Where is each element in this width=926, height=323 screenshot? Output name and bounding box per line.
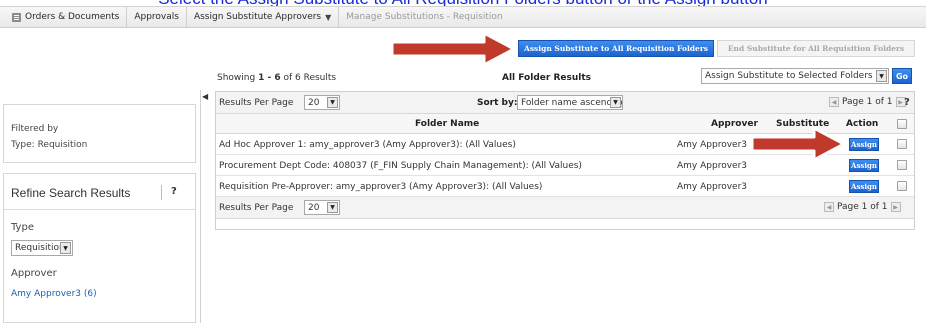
assign-button[interactable]: Assign [849, 159, 879, 172]
filtered-by-panel: Filtered by Type: Requisition [3, 104, 196, 163]
bulk-action-select[interactable]: Assign Substitute to Selected Folders ▼ [701, 68, 889, 84]
help-icon[interactable]: ? [904, 97, 910, 108]
results-title: All Folder Results [502, 73, 591, 83]
refine-search-title: Refine Search Results [11, 186, 131, 200]
breadcrumb-label: Assign Substitute Approvers [193, 12, 322, 22]
collapse-sidebar-icon[interactable]: ◀ [202, 92, 210, 104]
column-header-action: Action [846, 119, 879, 129]
assign-button[interactable]: Assign [849, 180, 879, 193]
results-per-page-select[interactable]: 20 ▼ [304, 200, 340, 215]
results-per-page-label: Results Per Page [219, 98, 294, 108]
folder-name-cell: Requisition Pre-Approver: amy_approver3 … [219, 182, 543, 192]
results-count: Showing 1 - 6 of 6 Results [217, 73, 336, 83]
prev-page-icon[interactable]: ◀ [824, 202, 834, 212]
breadcrumb: Orders & Documents Approvals Assign Subs… [0, 6, 926, 28]
row-checkbox[interactable] [897, 139, 907, 149]
column-header-folder-name: Folder Name [415, 119, 480, 129]
results-total: of 6 Results [283, 73, 337, 83]
results-per-page-select[interactable]: 20 ▼ [304, 95, 340, 110]
sidebar-divider [200, 90, 201, 323]
breadcrumb-orders-documents[interactable]: Orders & Documents [5, 6, 128, 28]
page-indicator: Page 1 of 1 [842, 97, 893, 107]
row-checkbox[interactable] [897, 160, 907, 170]
chevron-down-icon: ▼ [876, 70, 887, 82]
results-range: 1 - 6 [258, 73, 281, 83]
go-button[interactable]: Go [892, 68, 912, 84]
table-row: Requisition Pre-Approver: amy_approver3 … [216, 176, 914, 197]
approver-filter-link[interactable]: Amy Approver3 (6) [11, 289, 97, 299]
breadcrumb-manage-substitutions: Manage Substitutions - Requisition [339, 6, 509, 28]
breadcrumb-label: Orders & Documents [25, 12, 120, 22]
approver-filter-label: Approver [11, 268, 57, 279]
results-per-page-value: 20 [308, 97, 320, 108]
approver-cell: Amy Approver3 [677, 140, 747, 150]
approver-cell: Amy Approver3 [677, 182, 747, 192]
filtered-by-label: Filtered by [11, 124, 59, 134]
results-per-page-value: 20 [308, 202, 320, 213]
divider [4, 209, 195, 210]
table-toolbar: Results Per Page 20 ▼ Sort by: Folder na… [216, 92, 914, 114]
breadcrumb-label: Approvals [134, 12, 179, 22]
type-filter-label: Type [11, 222, 34, 233]
red-arrow-icon [750, 126, 846, 162]
breadcrumb-approvals[interactable]: Approvals [127, 6, 187, 28]
assign-substitute-all-button[interactable]: Assign Substitute to All Requisition Fol… [518, 40, 714, 57]
chevron-down-icon: ▼ [610, 97, 621, 108]
sort-by-select[interactable]: Folder name ascending ▼ [517, 95, 623, 110]
breadcrumb-label: Manage Substitutions - Requisition [346, 12, 503, 22]
next-page-icon[interactable]: ▶ [890, 202, 901, 212]
chevron-down-icon: ▼ [327, 97, 338, 108]
red-arrow-icon [390, 31, 516, 67]
bulk-action-value: Assign Substitute to Selected Folders [705, 71, 873, 81]
filter-type-value: Type: Requisition [11, 140, 88, 150]
chevron-down-icon: ▼ [327, 202, 338, 213]
approver-cell: Amy Approver3 [677, 161, 747, 171]
pagination-bottom: ◀ Page 1 of 1 ▶ [824, 202, 901, 212]
table-footer: Results Per Page 20 ▼ ◀ Page 1 of 1 ▶ [216, 197, 914, 219]
end-substitute-all-button: End Substitute for All Requisition Folde… [717, 40, 915, 57]
documents-icon [12, 12, 21, 22]
divider [161, 185, 162, 200]
type-filter-select[interactable]: Requisition ▼ [11, 240, 73, 256]
prev-page-icon[interactable]: ◀ [829, 97, 839, 107]
folder-name-cell: Ad Hoc Approver 1: amy_approver3 (Amy Ap… [219, 140, 516, 150]
chevron-down-icon[interactable]: ▼ [325, 13, 331, 22]
assign-button[interactable]: Assign [849, 138, 879, 151]
type-filter-value: Requisition [15, 243, 65, 253]
breadcrumb-assign-substitute-approvers[interactable]: Assign Substitute Approvers ▼ [187, 6, 340, 28]
sort-by-value: Folder name ascending [521, 97, 623, 108]
help-icon[interactable]: ? [171, 186, 177, 197]
page-indicator: Page 1 of 1 [837, 202, 888, 212]
refine-search-panel: Refine Search Results ? Type Requisition… [3, 173, 196, 323]
folder-name-cell: Procurement Dept Code: 408037 (F_FIN Sup… [219, 161, 582, 171]
sort-by-label: Sort by: [477, 98, 518, 108]
showing-prefix: Showing [217, 73, 256, 83]
select-all-checkbox[interactable] [897, 119, 907, 129]
row-checkbox[interactable] [897, 181, 907, 191]
chevron-down-icon: ▼ [60, 242, 71, 254]
pagination-top: ◀ Page 1 of 1 ▶ [829, 97, 906, 107]
results-per-page-label: Results Per Page [219, 203, 294, 213]
